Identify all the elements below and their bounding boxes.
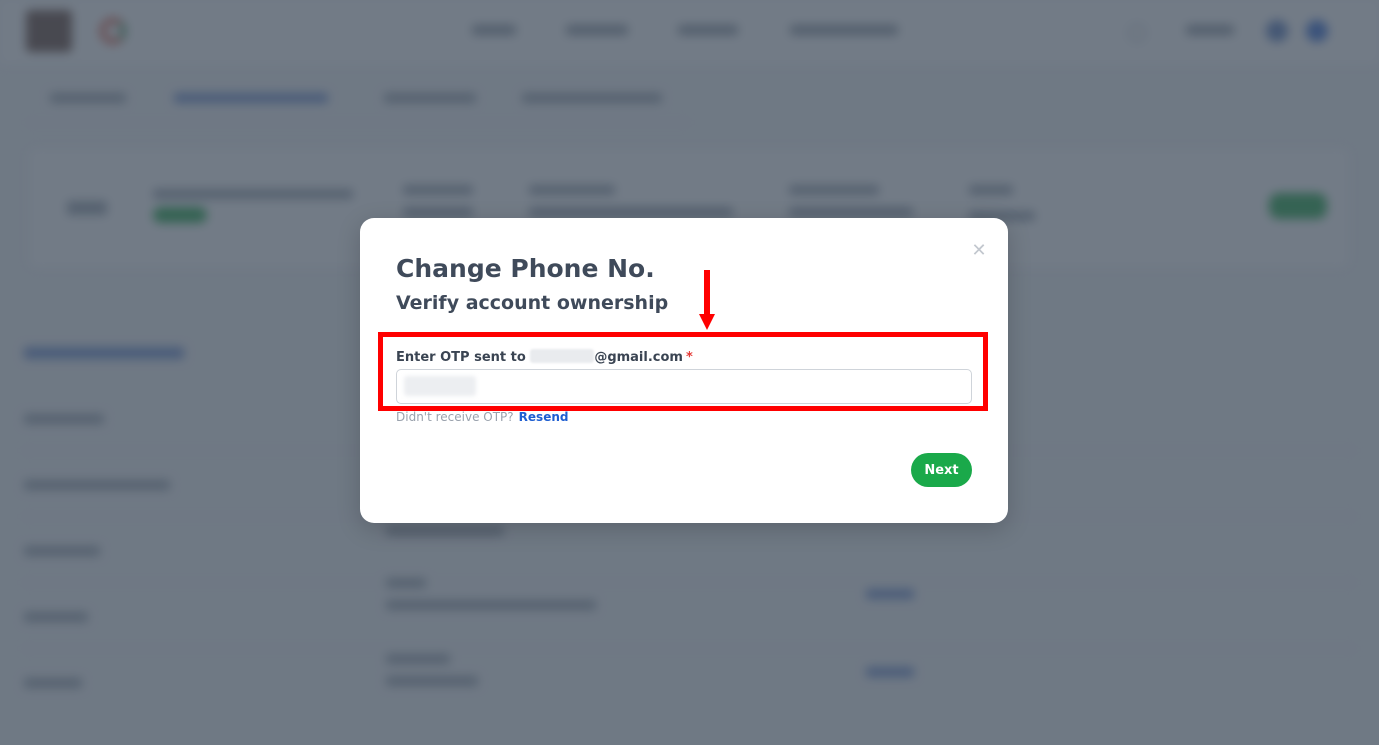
close-icon[interactable]: ✕ [970, 242, 988, 260]
red-down-arrow-icon [699, 270, 715, 330]
resend-row: Didn't receive OTP? Resend [396, 410, 568, 424]
resend-link[interactable]: Resend [519, 410, 569, 424]
resend-prompt: Didn't receive OTP? [396, 410, 514, 424]
annotation-highlight-box [378, 332, 988, 411]
dialog-subtitle: Verify account ownership [396, 292, 669, 314]
dialog-title: Change Phone No. [396, 254, 655, 283]
next-button[interactable]: Next [911, 453, 972, 487]
